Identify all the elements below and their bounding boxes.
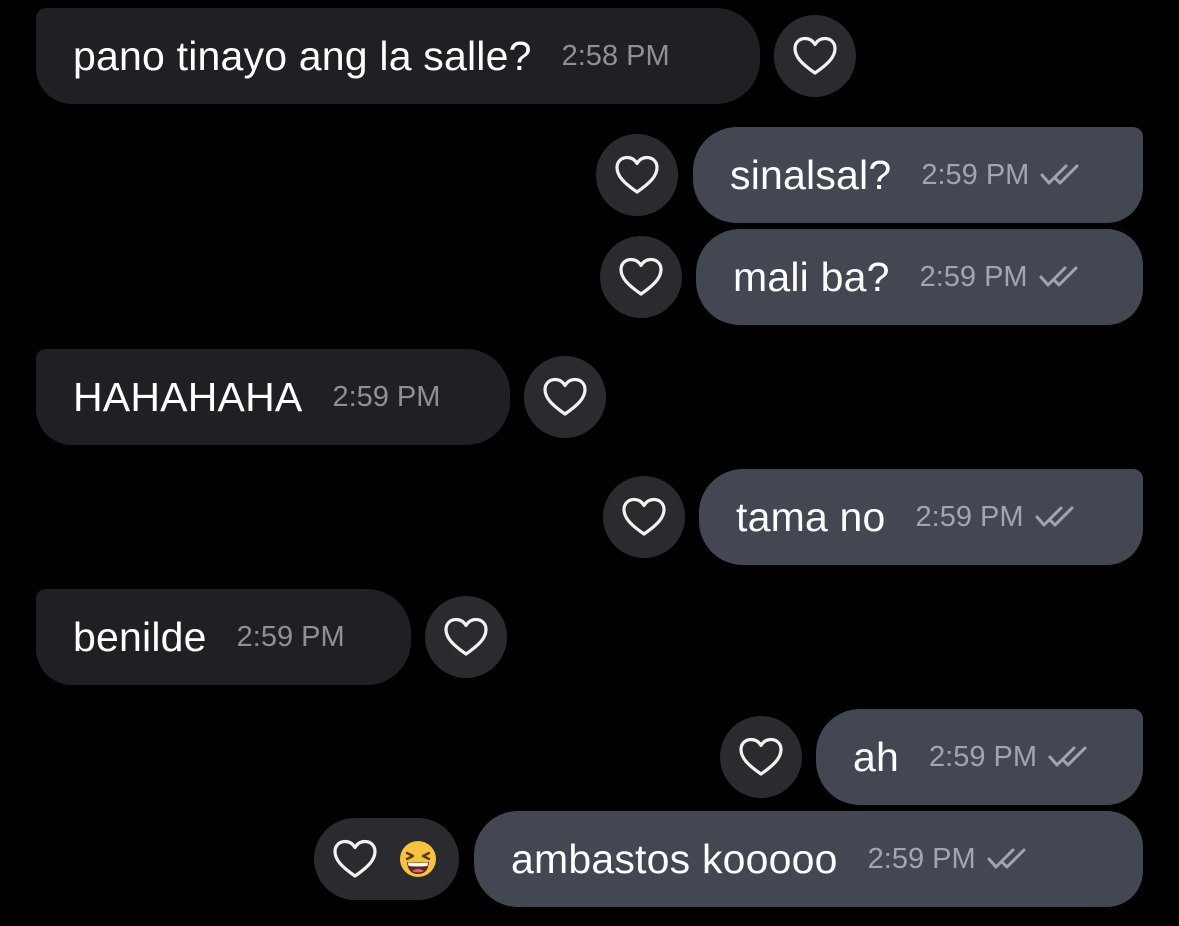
message-time: 2:59 PM (867, 842, 976, 875)
double-check-icon (1040, 164, 1079, 185)
message-text: tama no (736, 493, 886, 540)
message-bubble-outgoing[interactable]: tama no 2:59 PM (699, 469, 1143, 565)
message-text: HAHAHAHA (73, 373, 303, 420)
message-time: 2:59 PM (332, 380, 441, 413)
heart-outline-icon (622, 497, 666, 536)
like-button[interactable] (524, 356, 606, 438)
like-button[interactable] (603, 476, 685, 558)
like-button[interactable] (425, 596, 507, 678)
message-bubble-outgoing[interactable]: ah 2:59 PM (816, 709, 1143, 805)
message-bubble-outgoing[interactable]: sinalsal? 2:59 PM (693, 127, 1143, 223)
heart-outline-icon (619, 257, 663, 296)
heart-outline-icon (543, 377, 587, 416)
message-bubble-incoming[interactable]: HAHAHAHA 2:59 PM (36, 349, 510, 445)
message-time: 2:59 PM (915, 500, 1024, 533)
double-check-icon (1039, 266, 1078, 287)
message-text: ah (853, 733, 900, 780)
heart-outline-icon (615, 155, 659, 194)
message-text: mali ba? (733, 253, 890, 300)
message-bubble-outgoing[interactable]: ambastos kooooo 2:59 PM (474, 811, 1143, 907)
message-time: 2:59 PM (919, 260, 1028, 293)
heart-outline-icon (444, 617, 488, 656)
double-check-icon (987, 848, 1026, 869)
message-time: 2:58 PM (561, 39, 670, 72)
grinning-squinting-face-emoji[interactable] (398, 839, 438, 879)
message-bubble-incoming[interactable]: pano tinayo ang la salle? 2:58 PM (36, 8, 760, 104)
heart-outline-icon (739, 737, 783, 776)
heart-outline-icon (333, 839, 377, 878)
like-button[interactable] (314, 818, 396, 900)
reaction-pill[interactable] (314, 818, 459, 900)
message-text: ambastos kooooo (511, 835, 838, 882)
double-check-icon (1048, 746, 1087, 767)
message-time: 2:59 PM (921, 158, 1030, 191)
message-time: 2:59 PM (236, 620, 345, 653)
heart-outline-icon (793, 36, 837, 75)
like-button[interactable] (600, 236, 682, 318)
message-text: benilde (73, 613, 207, 660)
like-button[interactable] (720, 716, 802, 798)
message-time: 2:59 PM (929, 740, 1038, 773)
message-text: pano tinayo ang la salle? (73, 32, 532, 79)
like-button[interactable] (774, 15, 856, 97)
like-button[interactable] (596, 134, 678, 216)
message-text: sinalsal? (730, 151, 892, 198)
double-check-icon (1035, 506, 1074, 527)
message-bubble-incoming[interactable]: benilde 2:59 PM (36, 589, 411, 685)
message-bubble-outgoing[interactable]: mali ba? 2:59 PM (696, 229, 1143, 325)
